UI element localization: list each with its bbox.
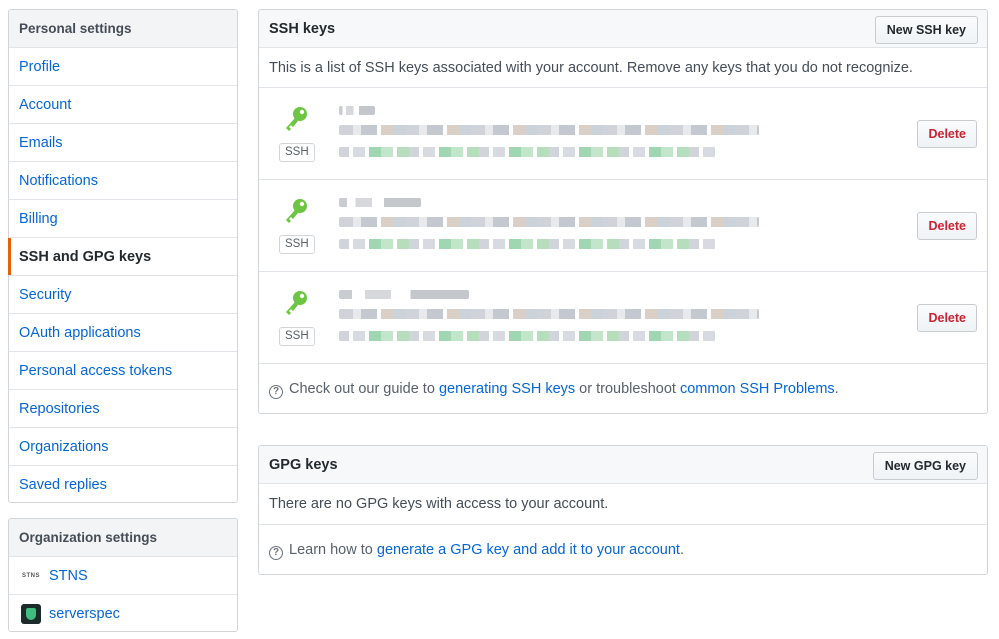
sidebar-item-emails[interactable]: Emails [9,124,237,162]
ssh-key-row: SSH Delete [259,180,987,272]
delete-key-button[interactable]: Delete [917,304,977,332]
new-gpg-key-button[interactable]: New GPG key [872,452,978,480]
question-icon: ? [269,546,283,560]
ssh-badge: SSH [279,235,315,254]
common-ssh-problems-link[interactable]: common SSH Problems [680,381,835,397]
key-added-date-redacted [339,331,719,341]
gpg-empty-text: There are no GPG keys with access to you… [259,484,987,525]
org-item-stns[interactable]: STNS STNS [9,557,237,595]
ssh-help-prefix: Check out our guide to [289,381,439,397]
delete-key-button[interactable]: Delete [917,120,977,148]
sidebar-item-oauth-applications[interactable]: OAuth applications [9,314,237,352]
new-ssh-key-button[interactable]: New SSH key [874,16,978,44]
generate-gpg-key-link[interactable]: generate a GPG key and add it to your ac… [377,542,680,558]
ssh-help-middle: or troubleshoot [575,381,680,397]
sidebar-item-notifications[interactable]: Notifications [9,162,237,200]
key-icon [286,291,307,315]
generating-ssh-keys-link[interactable]: generating SSH keys [439,381,575,397]
gpg-keys-panel: GPG keys New GPG key There are no GPG ke… [258,445,988,575]
question-icon: ? [269,385,283,399]
key-added-date-redacted [339,239,719,249]
sidebar-item-billing[interactable]: Billing [9,200,237,238]
key-added-date-redacted [339,147,719,157]
gpg-help: ? Learn how to generate a GPG key and add… [259,525,987,575]
organization-settings-heading: Organization settings [9,519,237,557]
ssh-badge: SSH [279,327,315,346]
delete-key-button[interactable]: Delete [917,212,977,240]
ssh-help: ? Check out our guide to generating SSH k… [259,364,987,414]
sidebar-item-security[interactable]: Security [9,276,237,314]
ssh-keys-description: This is a list of SSH keys associated wi… [259,48,987,88]
personal-settings-heading: Personal settings [9,10,237,48]
personal-settings-menu: Personal settings Profile Account Emails… [8,9,238,503]
gpg-keys-title: GPG keys [269,457,338,473]
organization-settings-menu: Organization settings STNS STNS serversp… [8,518,238,632]
key-icon [286,107,307,131]
stns-avatar-text: STNS [21,573,40,579]
ssh-badge: SSH [279,143,315,162]
ssh-key-row: SSH Delete [259,272,987,364]
key-fingerprint-redacted [339,125,759,135]
sidebar-item-ssh-gpg-keys[interactable]: SSH and GPG keys [8,238,237,276]
sidebar-item-account[interactable]: Account [9,86,237,124]
org-item-serverspec[interactable]: serverspec [9,595,237,633]
sidebar-item-saved-replies[interactable]: Saved replies [9,466,237,504]
key-fingerprint-redacted [339,309,759,319]
key-icon [286,199,307,223]
key-title-redacted [339,290,469,299]
org-item-label: serverspec [49,606,120,622]
ssh-keys-header: SSH keys New SSH key [259,10,987,48]
gpg-keys-header: GPG keys New GPG key [259,446,987,484]
sidebar-item-personal-access-tokens[interactable]: Personal access tokens [9,352,237,390]
serverspec-avatar [21,604,41,624]
sidebar-item-repositories[interactable]: Repositories [9,390,237,428]
key-fingerprint-redacted [339,217,759,227]
key-title-redacted [339,106,375,115]
gpg-help-suffix: . [679,542,684,558]
sidebar-item-profile[interactable]: Profile [9,48,237,86]
stns-avatar: STNS [21,566,41,586]
ssh-keys-panel: SSH keys New SSH key This is a list of S… [258,9,988,414]
ssh-keys-title: SSH keys [269,21,336,37]
sidebar-item-organizations[interactable]: Organizations [9,428,237,466]
gpg-help-prefix: Learn how to [289,542,377,558]
ssh-key-row: SSH Delete [259,88,987,180]
ssh-help-suffix: . [834,381,839,397]
org-item-label: STNS [49,568,88,584]
key-title-redacted [339,198,421,207]
